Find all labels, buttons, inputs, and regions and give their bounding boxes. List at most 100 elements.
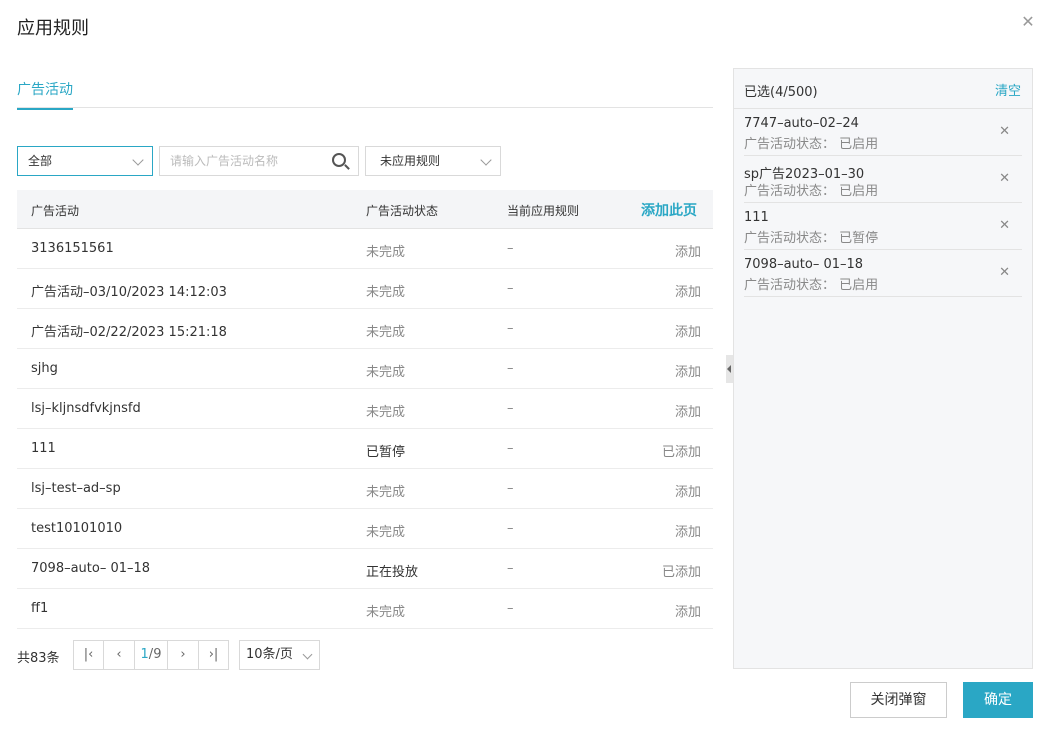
current-rule: – <box>507 241 514 256</box>
campaign-status: 未完成 <box>366 485 406 500</box>
remove-icon[interactable]: ✕ <box>999 218 1010 233</box>
chevron-down-icon <box>132 154 144 166</box>
search-input[interactable]: 请输入广告活动名称 <box>159 146 359 176</box>
current-rule: – <box>507 601 514 616</box>
selected-item-name: 7098–auto– 01–18 <box>744 257 864 272</box>
campaign-status: 未完成 <box>366 285 406 300</box>
selected-item: 7747–auto–02–24 广告活动状态： 已启用 ✕ <box>744 109 1022 156</box>
current-rule: – <box>507 321 514 336</box>
header-status: 广告活动状态 <box>366 204 439 218</box>
chevron-down-icon <box>480 154 492 166</box>
campaign-name: sjhg <box>31 361 58 376</box>
add-button[interactable]: 添加 <box>651 481 701 500</box>
header-rule: 当前应用规则 <box>507 204 580 218</box>
add-page-button[interactable]: 添加此页 <box>641 200 697 220</box>
campaign-name: 7098–auto– 01–18 <box>31 561 151 576</box>
close-icon[interactable]: ✕ <box>1018 12 1038 32</box>
current-page: 1 <box>140 647 149 662</box>
confirm-button[interactable]: 确定 <box>963 682 1033 718</box>
selected-item-name: 111 <box>744 210 769 225</box>
add-button[interactable]: 添加 <box>651 241 701 260</box>
table-row: 7098–auto– 01–18 正在投放 – 已添加 <box>17 549 713 589</box>
selected-panel-header: 已选(4/500) 清空 <box>734 69 1032 109</box>
campaign-status: 未完成 <box>366 525 406 540</box>
dialog-title: 应用规则 <box>17 18 89 39</box>
campaign-table: 广告活动 广告活动状态 当前应用规则 添加此页 3136151561 未完成 – 添加… <box>17 190 713 629</box>
selected-panel: 已选(4/500) 清空 7747–auto–02–24 广告活动状态： 已启用 ✕… <box>733 68 1033 669</box>
campaign-name: lsj–test–ad–sp <box>31 481 121 496</box>
campaign-name: 3136151561 <box>31 241 114 256</box>
campaign-status: 未完成 <box>366 365 406 380</box>
last-page-button[interactable]: ›| <box>198 640 229 670</box>
scope-select[interactable]: 全部 <box>17 146 153 176</box>
table-row: 3136151561 未完成 – 添加 <box>17 229 713 269</box>
table-row: 广告活动–03/10/2023 14:12:03 未完成 – 添加 <box>17 269 713 309</box>
selected-item: 111 广告活动状态： 已暂停 ✕ <box>744 203 1022 250</box>
scope-select-value: 全部 <box>28 154 53 168</box>
current-rule: – <box>507 401 514 416</box>
table-row: 广告活动–02/22/2023 15:21:18 未完成 – 添加 <box>17 309 713 349</box>
table-header: 广告活动 广告活动状态 当前应用规则 添加此页 <box>17 190 713 229</box>
current-rule: – <box>507 521 514 536</box>
current-rule: – <box>507 441 514 456</box>
campaign-name: ff1 <box>31 601 49 616</box>
campaign-status: 未完成 <box>366 325 406 340</box>
campaign-name: 广告活动–03/10/2023 14:12:03 <box>31 285 227 300</box>
close-dialog-button[interactable]: 关闭弹窗 <box>850 682 947 718</box>
remove-icon[interactable]: ✕ <box>999 265 1010 280</box>
add-button[interactable]: 添加 <box>651 401 701 420</box>
remove-icon[interactable]: ✕ <box>999 124 1010 139</box>
table-row: 111 已暂停 – 已添加 <box>17 429 713 469</box>
table-row: sjhg 未完成 – 添加 <box>17 349 713 389</box>
total-pages: 9 <box>153 647 162 662</box>
search-icon[interactable] <box>332 153 346 167</box>
chevron-down-icon <box>302 649 313 660</box>
first-page-button[interactable]: |‹ <box>73 640 104 670</box>
table-row: lsj–kljnsdfvkjnsfd 未完成 – 添加 <box>17 389 713 429</box>
campaign-name: lsj–kljnsdfvkjnsfd <box>31 401 141 416</box>
campaign-name: 广告活动–02/22/2023 15:21:18 <box>31 325 227 340</box>
selected-count: 已选(4/500) <box>744 85 818 100</box>
selected-item-status: 广告活动状态： 已暂停 <box>744 231 879 246</box>
total-count: 共83条 <box>17 651 60 666</box>
clear-button[interactable]: 清空 <box>995 80 1021 99</box>
selected-item: sp广告2023–01–30 广告活动状态： 已启用 ✕ <box>744 156 1022 203</box>
current-rule: – <box>507 361 514 376</box>
selected-item-status: 广告活动状态： 已启用 <box>744 278 879 293</box>
selected-item-status: 广告活动状态： 已启用 <box>744 184 879 199</box>
campaign-status: 未完成 <box>366 245 406 260</box>
campaign-status: 正在投放 <box>366 565 419 580</box>
selected-item-name: 7747–auto–02–24 <box>744 116 859 131</box>
page-indicator[interactable]: 1/9 <box>134 640 168 670</box>
next-page-button[interactable]: › <box>167 640 199 670</box>
add-button[interactable]: 添加 <box>651 321 701 340</box>
selected-item: 7098–auto– 01–18 广告活动状态： 已启用 ✕ <box>744 250 1022 297</box>
add-button[interactable]: 已添加 <box>651 441 701 460</box>
tab-campaigns[interactable]: 广告活动 <box>17 79 73 110</box>
header-campaign: 广告活动 <box>31 204 80 218</box>
current-rule: – <box>507 481 514 496</box>
add-button[interactable]: 添加 <box>651 361 701 380</box>
page-size-select[interactable]: 10条/页 <box>239 640 320 670</box>
campaign-name: test10101010 <box>31 521 123 536</box>
selected-item-status: 广告活动状态： 已启用 <box>744 137 879 152</box>
add-button[interactable]: 添加 <box>651 601 701 620</box>
campaign-status: 已暂停 <box>366 445 406 460</box>
campaign-name: 111 <box>31 441 56 456</box>
table-row: lsj–test–ad–sp 未完成 – 添加 <box>17 469 713 509</box>
table-row: ff1 未完成 – 添加 <box>17 589 713 629</box>
add-button[interactable]: 添加 <box>651 281 701 300</box>
campaign-status: 未完成 <box>366 605 406 620</box>
remove-icon[interactable]: ✕ <box>999 171 1010 186</box>
prev-page-button[interactable]: ‹ <box>103 640 135 670</box>
current-rule: – <box>507 281 514 296</box>
add-button[interactable]: 添加 <box>651 521 701 540</box>
campaign-status: 未完成 <box>366 405 406 420</box>
page-size-value: 10条/页 <box>246 647 293 662</box>
rule-filter-select[interactable]: 未应用规则 <box>365 146 501 176</box>
add-button[interactable]: 已添加 <box>651 561 701 580</box>
current-rule: – <box>507 561 514 576</box>
search-placeholder: 请输入广告活动名称 <box>170 154 279 168</box>
rule-filter-value: 未应用规则 <box>380 154 441 168</box>
table-row: test10101010 未完成 – 添加 <box>17 509 713 549</box>
